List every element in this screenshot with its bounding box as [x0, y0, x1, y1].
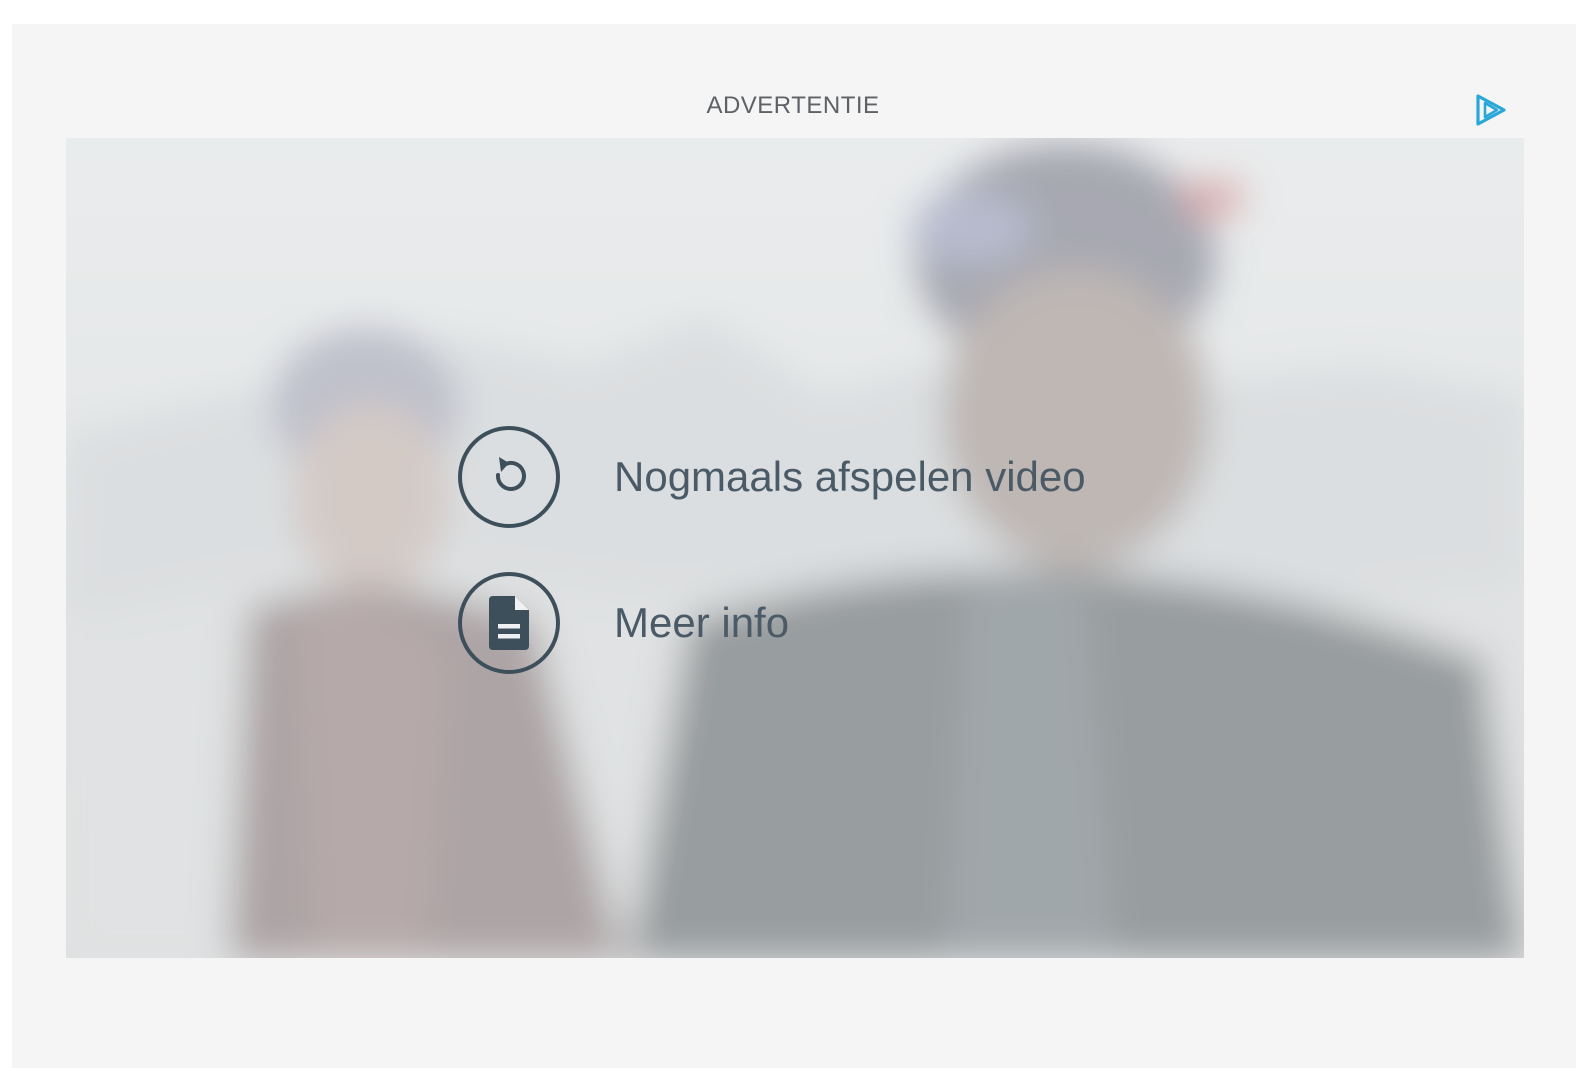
replay-video-label: Nogmaals afspelen video — [614, 453, 1086, 500]
replay-video-button[interactable]: Nogmaals afspelen video — [458, 422, 1086, 532]
replay-icon — [458, 426, 560, 528]
ad-label: ADVERTENTIE — [706, 92, 880, 119]
more-info-button[interactable]: Meer info — [458, 568, 1086, 678]
end-screen-options: Nogmaals afspelen video Meer info — [458, 422, 1086, 714]
play-outline-icon[interactable] — [1474, 93, 1508, 127]
video-player[interactable]: Nogmaals afspelen video Meer info — [66, 138, 1524, 958]
more-info-label: Meer info — [614, 599, 790, 646]
document-icon — [458, 572, 560, 674]
